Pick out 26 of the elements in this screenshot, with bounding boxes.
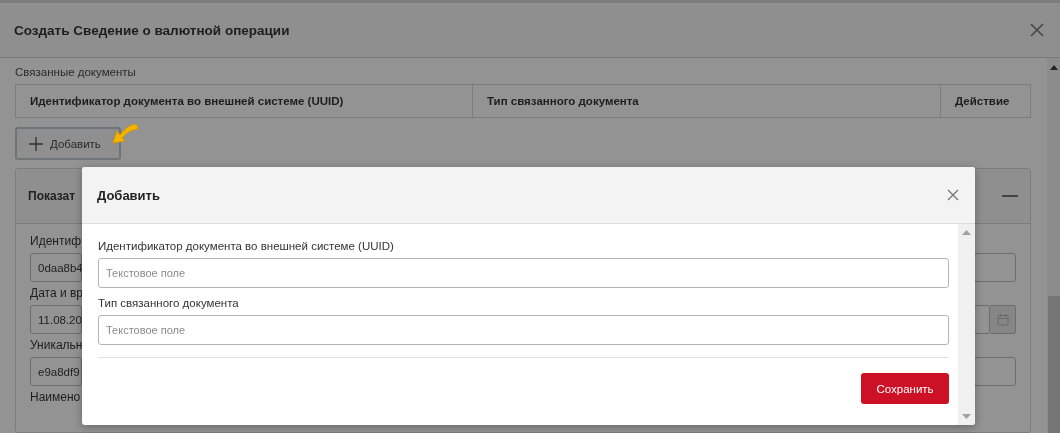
field-label: Дата и вр xyxy=(30,286,82,300)
field-label: Идентиф xyxy=(30,234,82,248)
field-label: Идентификатор документа во внешней системе (UUID) xyxy=(98,240,395,252)
input-field[interactable]: Текстовое поле xyxy=(98,315,949,345)
calendar-icon xyxy=(996,313,1009,326)
scroll-up-icon[interactable] xyxy=(962,230,971,235)
modal-title: Добавить xyxy=(97,187,160,203)
column-header: Идентификатор документа во внешней системе (UUID) xyxy=(16,85,473,117)
save-button[interactable]: Сохранить xyxy=(861,373,949,404)
section-label: Связанные документы xyxy=(15,66,137,78)
add-button[interactable]: Добавить xyxy=(15,127,121,160)
field-label: Наимено xyxy=(30,390,82,404)
close-icon[interactable] xyxy=(947,189,959,201)
column-header: Тип связанного документа xyxy=(473,85,941,117)
column-header: Действие xyxy=(954,94,1011,109)
dialog-title: Создать Сведение о валютной операции xyxy=(14,22,290,38)
scroll-thumb[interactable] xyxy=(1047,296,1060,433)
panel-title: Показат xyxy=(28,189,76,203)
field-label: Уникальн xyxy=(30,338,82,352)
arrow-icon xyxy=(111,121,141,147)
plus-icon xyxy=(29,136,43,151)
close-icon[interactable] xyxy=(1030,23,1044,37)
field-label: Тип связанного документа xyxy=(98,297,240,309)
scroll-down-icon[interactable] xyxy=(962,414,971,419)
input-field[interactable]: Текстовое поле xyxy=(98,258,949,288)
scroll-up-icon[interactable] xyxy=(1049,65,1058,70)
